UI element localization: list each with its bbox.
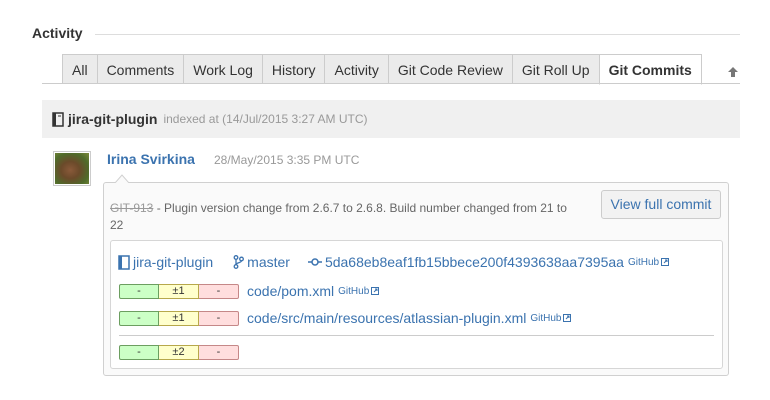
tab-git-roll-up[interactable]: Git Roll Up [511, 54, 599, 84]
modified-lines-badge: ±1 [159, 310, 199, 326]
totals-row: - ±2 - [119, 344, 247, 360]
repository-book-icon [52, 111, 64, 127]
file-path-link[interactable]: code/src/main/resources/atlassian-plugin… [247, 310, 526, 326]
added-lines-badge: - [119, 283, 159, 299]
added-lines-badge: - [119, 310, 159, 326]
commit-date: 28/May/2015 3:35 PM UTC [214, 153, 360, 167]
branch-link[interactable]: master [247, 254, 290, 270]
external-link-icon[interactable] [563, 314, 572, 322]
commit-meta-row: jira-git-plugin master 5da68eb8eaf1fb15b… [118, 252, 670, 272]
tab-comments[interactable]: Comments [96, 54, 184, 84]
tab-all[interactable]: All [62, 54, 97, 84]
repository-book-icon [118, 254, 130, 270]
external-link-icon[interactable] [371, 287, 380, 295]
branch-icon [233, 255, 245, 269]
repository-header: jira-git-plugin indexed at (14/Jul/2015 … [42, 100, 740, 138]
section-divider [95, 34, 740, 35]
tab-git-code-review[interactable]: Git Code Review [387, 54, 512, 84]
github-link[interactable]: GitHub [628, 257, 659, 268]
issue-key-link[interactable]: GIT-913 [110, 201, 153, 215]
totals-divider [119, 335, 714, 336]
tab-work-log[interactable]: Work Log [183, 54, 262, 84]
total-change-counts: - ±2 - [119, 344, 239, 360]
commit-icon [307, 258, 322, 266]
total-deleted-badge: - [199, 344, 239, 360]
deleted-lines-badge: - [199, 310, 239, 326]
change-counts: - ±1 - [119, 310, 239, 326]
external-link-icon[interactable] [661, 258, 670, 266]
change-counts: - ±1 - [119, 283, 239, 299]
commit-message-text: - Plugin version change from 2.6.7 to 2.… [110, 201, 567, 232]
tab-git-commits[interactable]: Git Commits [598, 54, 702, 85]
tab-history[interactable]: History [261, 54, 325, 84]
modified-lines-badge: ±1 [159, 283, 199, 299]
github-link[interactable]: GitHub [530, 313, 561, 324]
activity-section-title: Activity [32, 25, 83, 41]
changed-file-row: - ±1 - code/pom.xml GitHub [119, 283, 380, 299]
file-path-link[interactable]: code/pom.xml [247, 283, 334, 299]
activity-tabs: All Comments Work Log History Activity G… [62, 54, 702, 85]
deleted-lines-badge: - [199, 283, 239, 299]
github-link[interactable]: GitHub [338, 286, 369, 297]
total-added-badge: - [119, 344, 159, 360]
total-modified-badge: ±2 [159, 344, 199, 360]
commit-repository-link[interactable]: jira-git-plugin [133, 254, 213, 270]
repository-name: jira-git-plugin [68, 111, 158, 127]
indexed-timestamp: indexed at (14/Jul/2015 3:27 AM UTC) [163, 112, 368, 126]
sort-arrow-up-icon[interactable] [727, 66, 739, 78]
avatar-image [55, 153, 89, 184]
commit-author-link[interactable]: Irina Svirkina [107, 151, 195, 167]
tab-activity[interactable]: Activity [324, 54, 388, 84]
view-full-commit-button[interactable]: View full commit [601, 190, 721, 219]
commit-message: GIT-913 - Plugin version change from 2.6… [110, 200, 580, 234]
changed-file-row: - ±1 - code/src/main/resources/atlassian… [119, 310, 572, 326]
panel-caret [115, 174, 129, 183]
tabs-baseline [42, 83, 740, 84]
avatar[interactable] [53, 151, 91, 186]
commit-hash-link[interactable]: 5da68eb8eaf1fb15bbece200f4393638aa7395aa [325, 254, 624, 270]
